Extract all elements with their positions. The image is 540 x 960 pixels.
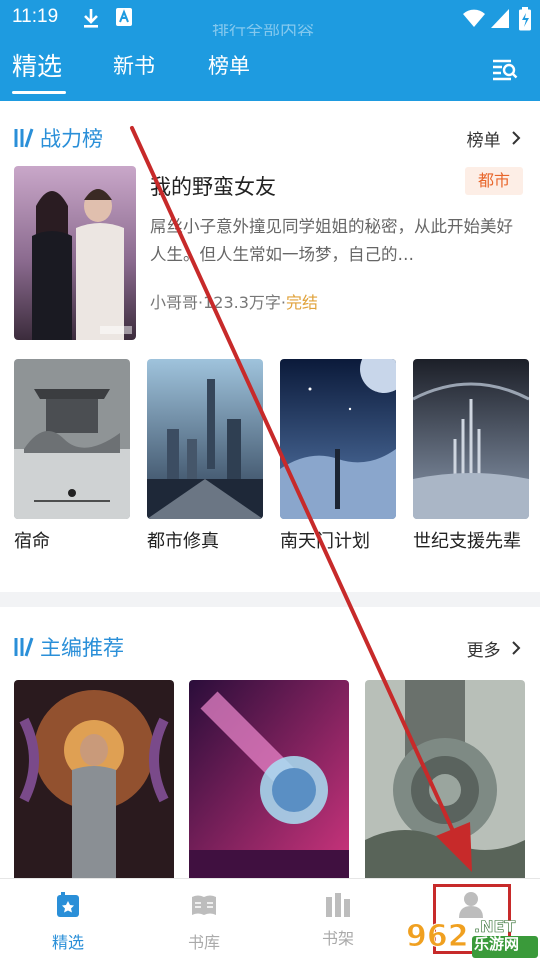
book-item[interactable]: 宿命	[14, 359, 130, 555]
book-name: 南天门计划	[280, 531, 370, 552]
book-cover	[413, 359, 529, 519]
featured-icon	[55, 891, 81, 919]
ranking-more-link[interactable]: 榜单	[467, 126, 522, 151]
watermark-text: 乐游网	[474, 935, 520, 953]
tab-rankings[interactable]: 榜单	[208, 50, 250, 80]
wifi-icon	[462, 7, 486, 33]
book-cover	[280, 359, 396, 519]
main-nav: 精选 新书 榜单	[0, 40, 540, 101]
featured-book-description: 屌丝小子意外撞见同学姐姐的秘密，从此开始美好人生。但人生常如一场梦，自己的…	[150, 217, 513, 264]
ranking-more-label: 榜单	[466, 131, 501, 151]
ranking-title: 战力榜	[40, 127, 103, 151]
recommended-book-cover[interactable]	[189, 680, 349, 880]
book-item[interactable]: 都市修真	[147, 359, 263, 555]
download-icon	[82, 7, 100, 33]
chevron-right-icon	[512, 131, 521, 145]
book-cover	[147, 359, 263, 519]
bottom-tab-label: 书库	[187, 933, 220, 952]
recommended-book-cover[interactable]	[14, 680, 174, 880]
svg-text:962: 962	[406, 919, 469, 954]
battery-icon	[518, 7, 532, 35]
ghost-page-title: 排行全部内容	[212, 24, 314, 36]
ranking-section: 战力榜 榜单 我的野蛮女友 都市 屌丝小子意外撞见同学姐姐的秘密，从此开始美好人…	[0, 101, 540, 592]
book-item[interactable]: 世纪支援先辈	[413, 359, 529, 555]
top-bar: 11:19 排行全部内容 精选 新书 榜单	[0, 0, 540, 101]
tab-featured[interactable]: 精选	[12, 47, 62, 83]
section-marker-icon	[14, 636, 34, 662]
book-author: 小哥哥	[150, 293, 199, 312]
book-name: 都市修真	[147, 531, 219, 552]
bottom-tab-label: 书架	[321, 929, 354, 948]
recommended-book-cover[interactable]	[365, 680, 525, 880]
featured-book-cover[interactable]	[14, 166, 136, 340]
editor-more-link[interactable]: 更多	[467, 636, 522, 661]
featured-book-title[interactable]: 我的野蛮女友	[150, 171, 276, 201]
editor-title: 主编推荐	[40, 636, 124, 660]
book-word-count: 123.3万字	[203, 293, 281, 312]
status-time: 11:19	[12, 6, 59, 27]
bottom-tab-label: 精选	[51, 933, 84, 952]
book-name: 宿命	[14, 531, 50, 552]
bookshelf-icon	[325, 891, 351, 919]
section-marker-icon	[14, 127, 34, 153]
tab-new-books[interactable]: 新书	[113, 50, 155, 80]
library-icon	[191, 891, 217, 919]
genre-tag: 都市	[465, 167, 523, 195]
app-root: 11:19 排行全部内容 精选 新书 榜单 战力榜 榜单 我的野蛮女友 都市 屌…	[0, 0, 540, 960]
signal-icon	[490, 7, 510, 33]
app-notification-icon	[115, 7, 133, 31]
editor-more-label: 更多	[466, 641, 501, 661]
search-icon[interactable]	[490, 55, 520, 85]
book-status: 完结	[286, 293, 319, 312]
book-name: 世纪支援先辈	[413, 531, 521, 552]
chevron-right-icon	[512, 641, 521, 655]
book-cover	[14, 359, 130, 519]
tab-indicator	[12, 91, 66, 94]
featured-book-meta: 小哥哥·123.3万字·完结	[150, 293, 319, 312]
book-item[interactable]: 南天门计划	[280, 359, 396, 555]
